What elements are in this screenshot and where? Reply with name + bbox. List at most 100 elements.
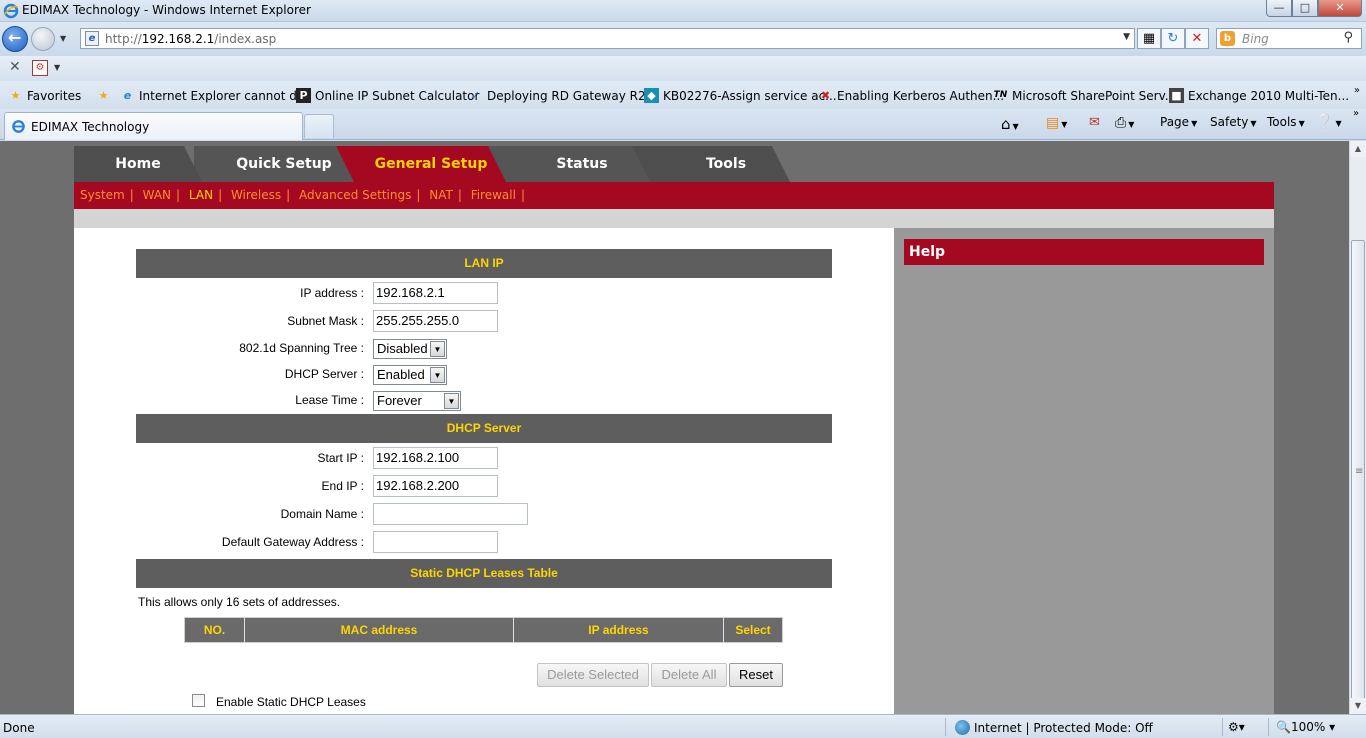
delete-selected-button[interactable]: Delete Selected [537,663,649,687]
separator: | [520,188,525,202]
close-toolbar-icon[interactable]: ✕ [9,59,21,75]
favorites-button[interactable]: ★ Favorites [8,88,82,103]
forward-button[interactable] [31,27,55,51]
tools-menu[interactable]: Tools ▼ [1267,115,1305,129]
favorite-link-label: Microsoft SharePoint Serv... [1012,88,1177,103]
maximize-button[interactable]: □ [1292,0,1318,17]
start-ip-input[interactable]: 192.168.2.100 [373,447,498,469]
search-input[interactable]: b Bing ⚲ [1216,28,1362,49]
delete-all-button[interactable]: Delete All [651,663,727,687]
tab-status[interactable]: Status [488,146,650,182]
internet-explorer-icon [3,3,19,19]
favorite-link-label: Online IP Subnet Calculator [315,88,480,103]
technet-icon: ✓ [470,89,481,102]
subnav-advanced-settings[interactable]: Advanced Settings [299,188,411,202]
status-bar: Done Internet | Protected Mode: Off ⚙▾ 🔍… [0,714,1366,738]
scroll-up-icon[interactable]: ▲ [1350,141,1366,157]
addon-dropdown-icon[interactable]: ▼ [54,63,60,72]
subnav-system[interactable]: System [80,188,125,202]
static-leases-note: This allows only 16 sets of addresses. [138,595,341,609]
dhcp-server-label: DHCP Server : [284,367,364,381]
new-tab-button[interactable] [304,114,334,138]
home-icon[interactable]: ⌂ ▼ [1001,115,1019,133]
back-button[interactable] [2,26,28,52]
ie-page-icon: e [123,89,132,102]
feeds-icon[interactable]: ▤ ▼ [1046,115,1067,131]
divider [1268,718,1269,736]
vertical-scrollbar[interactable]: ▲ ▼ [1349,141,1366,715]
dhcp-server-value: Enabled [377,367,425,382]
refresh-icon[interactable]: ↻ [1161,28,1185,49]
start-ip-label: Start IP : [317,451,364,465]
subnav-lan[interactable]: LAN [189,188,213,202]
address-input[interactable]: e http://192.168.2.1/index.asp ▼ [80,28,1135,49]
safety-menu[interactable]: Safety ▼ [1210,115,1257,129]
tab-quick-setup[interactable]: Quick Setup [194,146,354,182]
ip-address-input[interactable]: 192.168.2.1 [373,282,498,304]
domain-name-input[interactable] [373,503,528,525]
page-menu[interactable]: Page ▼ [1160,115,1197,129]
tab-page-icon [12,120,25,133]
scroll-down-icon[interactable]: ▼ [1350,698,1366,714]
spanning-tree-value: Disabled [377,341,428,356]
address-dropdown-icon[interactable]: ▼ [1123,32,1130,42]
close-window-button[interactable]: ✕ [1318,0,1362,17]
favorite-link-label: Deploying RD Gateway R2... [487,88,658,103]
subnav-wireless[interactable]: Wireless [231,188,281,202]
compatibility-view-icon[interactable]: ▦ [1137,28,1161,49]
search-icon[interactable]: ⚲ [1343,30,1353,45]
scroll-thumb[interactable] [1351,240,1365,715]
zoom-level[interactable]: 🔍100% ▾ [1276,720,1335,734]
lock-icon[interactable]: ⚙▾ [1228,720,1245,734]
separator: | [286,188,291,202]
subnav-firewall[interactable]: Firewall [471,188,516,202]
favorite-link[interactable]: ✓ Deploying RD Gateway R2... [468,88,657,103]
enable-static-leases-checkbox[interactable] [192,694,205,707]
zoom-value: 100% [1290,720,1326,734]
favorite-link[interactable]: e Internet Explorer cannot d... [120,88,309,103]
help-icon[interactable]: ❔ ▼ [1316,114,1342,130]
favorite-link[interactable]: ✖ Enabling Kerberos Authen... [818,88,1004,103]
lan-settings-panel: LAN IP IP address : 192.168.2.1 Subnet M… [74,228,894,714]
security-zone[interactable]: Internet | Protected Mode: Off [955,720,1153,735]
window-title: EDIMAX Technology - Windows Internet Exp… [22,3,311,17]
print-icon[interactable]: ⎙ ▼ [1115,115,1134,131]
recent-pages-dropdown-icon[interactable]: ▼ [60,34,66,43]
tab-general-setup[interactable]: General Setup [336,146,506,182]
minimize-button[interactable]: — [1266,0,1292,17]
favorite-link[interactable]: P Online IP Subnet Calculator [296,88,479,103]
subnav-wan[interactable]: WAN [143,188,171,202]
reset-button[interactable]: Reset [729,663,783,687]
chevron-down-icon[interactable]: ▼ [444,393,459,409]
chevron-down-icon[interactable]: ▼ [430,341,445,357]
favorite-link[interactable]: ◆ KB02276-Assign service ac... [644,88,837,103]
addon-icon[interactable]: ⚙ [32,60,48,76]
more-commands-icon[interactable]: » [1353,108,1359,119]
window-controls: — □ ✕ [1266,0,1362,17]
stop-icon[interactable]: ✕ [1185,28,1209,49]
add-to-favorites-bar-button[interactable]: ★ [96,88,111,103]
spanning-tree-select[interactable]: Disabled ▼ [373,339,447,359]
subnet-mask-input[interactable]: 255.255.255.0 [373,310,498,332]
tab-tools[interactable]: Tools [632,146,790,182]
main-tabs: Home Quick Setup General Setup Status To… [74,146,1274,182]
read-mail-icon[interactable]: ✉ [1089,115,1100,130]
separator: | [457,188,462,202]
tab-home[interactable]: Home [74,146,202,182]
divider [945,718,946,736]
lease-time-select[interactable]: Forever ▼ [373,391,461,411]
default-gateway-input[interactable] [373,531,498,553]
end-ip-input[interactable]: 192.168.2.200 [373,475,498,497]
end-ip-label: End IP : [321,479,364,493]
favorite-link[interactable]: ■ Exchange 2010 Multi-Ten... [1169,88,1349,103]
browser-tab[interactable]: EDIMAX Technology [4,112,303,140]
favorites-label: Favorites [27,88,82,103]
chevron-down-icon[interactable]: ▼ [430,367,445,383]
favorite-link[interactable]: TN Microsoft SharePoint Serv... [993,88,1177,103]
separator: | [416,188,421,202]
globe-icon [955,720,970,735]
help-panel: Help [894,228,1274,714]
dhcp-server-select[interactable]: Enabled ▼ [373,365,447,385]
subnav-nat[interactable]: NAT [429,188,453,202]
more-favorites-icon[interactable]: » [1354,85,1360,96]
